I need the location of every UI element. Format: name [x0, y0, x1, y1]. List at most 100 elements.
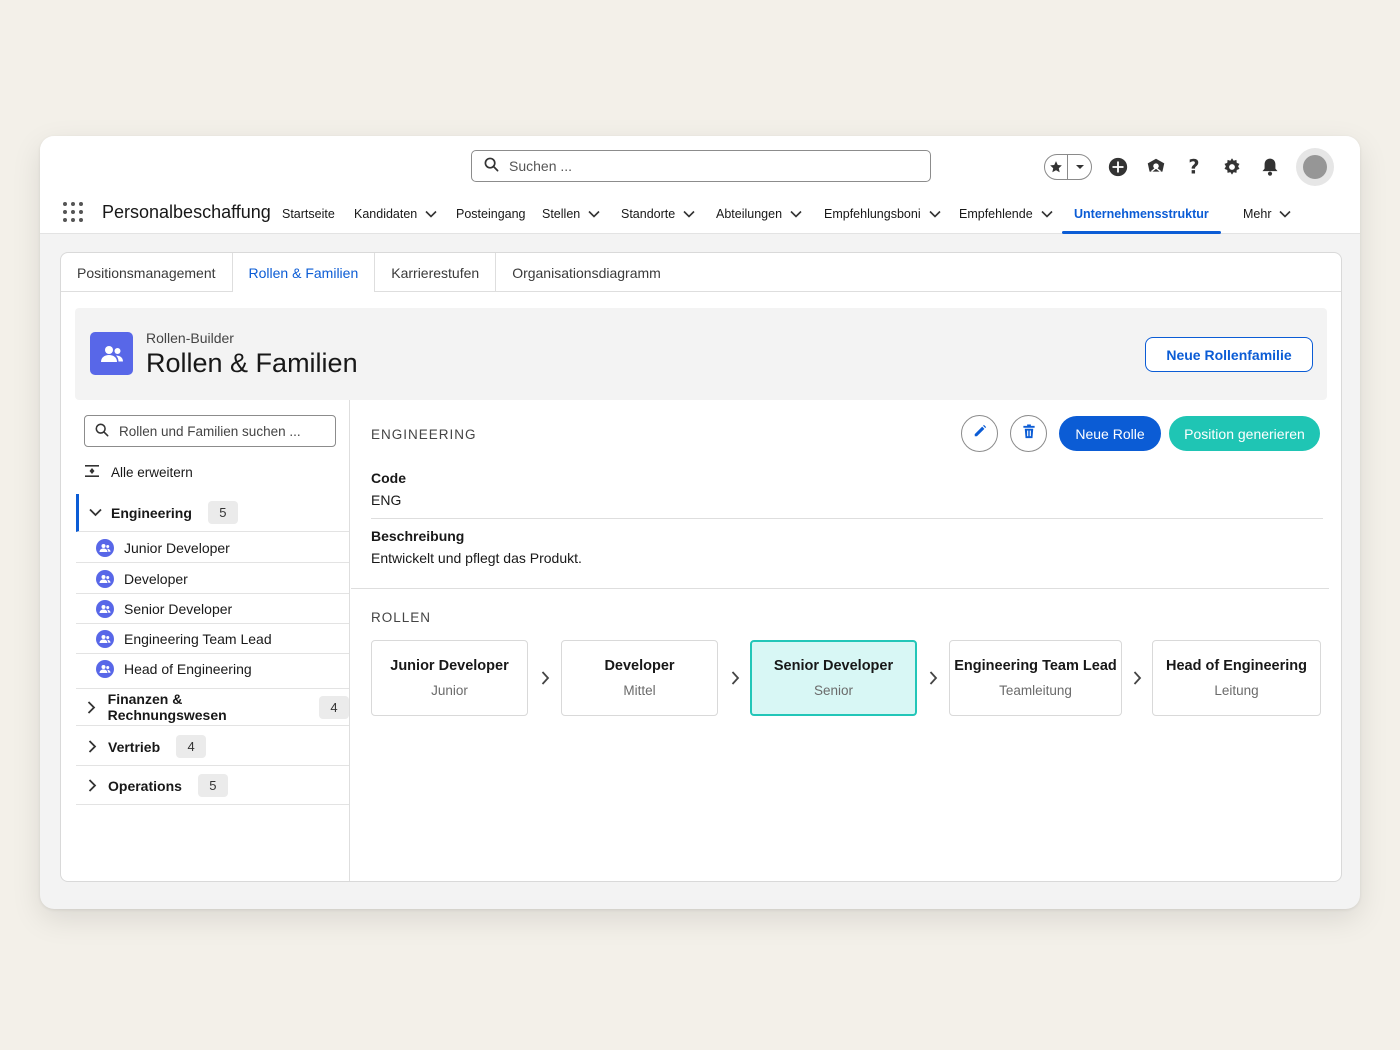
family-name: Finanzen & Rechnungswesen [107, 691, 227, 723]
role-icon [96, 569, 114, 588]
family-name: Vertrieb [108, 738, 161, 755]
new-role-button[interactable]: Neue Rolle [1059, 416, 1161, 451]
divider [351, 588, 1329, 589]
nav-label: Stellen [542, 207, 581, 221]
role-card-level: Senior [813, 683, 854, 698]
user-avatar[interactable] [1296, 148, 1334, 186]
chevron-right-icon[interactable] [76, 779, 108, 792]
chevron-down-icon[interactable] [588, 207, 600, 221]
chevron-down-icon[interactable] [1041, 207, 1053, 221]
setup-icon[interactable] [1144, 155, 1168, 179]
chevron-down-icon[interactable] [929, 207, 941, 221]
role-card-level: Teamleitung [999, 683, 1072, 698]
nav-label: Unternehmensstruktur [1074, 207, 1209, 221]
chevron-right-icon[interactable] [76, 700, 108, 714]
nav-item-startseite[interactable]: Startseite [282, 194, 335, 234]
chevron-down-icon[interactable] [790, 207, 802, 221]
nav-item-stellen[interactable]: Stellen [542, 194, 600, 234]
nav-label: Mehr [1243, 207, 1272, 221]
role-card-name: Engineering Team Lead [954, 658, 1117, 674]
nav-item-mehr[interactable]: Mehr [1243, 194, 1292, 234]
role-count-badge: 4 [319, 695, 349, 719]
role-item[interactable]: Junior Developer [76, 533, 349, 563]
family-detail-panel: ENGINEERING Neue Rolle Position generier… [351, 400, 1341, 881]
tab-rollen-familien[interactable]: Rollen & Familien [232, 253, 376, 293]
page-header: Rollen-Builder Rollen & Familien Neue Ro… [75, 308, 1327, 400]
role-card-name: Head of Engineering [1166, 658, 1307, 674]
chevron-down-icon[interactable] [683, 207, 695, 221]
role-card-senior-developer[interactable]: Senior Developer Senior [750, 640, 917, 716]
family-item-operations[interactable]: Operations 5 [76, 767, 349, 805]
chevron-down-icon[interactable] [425, 207, 437, 221]
bell-icon[interactable] [1258, 155, 1282, 179]
add-icon[interactable] [1106, 155, 1130, 179]
role-card-name: Developer [604, 658, 675, 674]
family-item-engineering[interactable]: Engineering 5 [76, 494, 349, 532]
role-item[interactable]: Head of Engineering [76, 654, 349, 684]
role-icon [96, 660, 114, 678]
global-search-input[interactable]: Suchen ... [471, 150, 931, 182]
code-value: ENG [371, 492, 402, 508]
nav-item-abteilungen[interactable]: Abteilungen [716, 194, 802, 234]
trash-icon [1022, 423, 1036, 444]
tab-karrierestufen[interactable]: Karrierestufen [375, 253, 497, 292]
nav-label: Empfehlende [959, 207, 1033, 221]
svg-text:?: ? [1188, 156, 1199, 178]
family-item-vertrieb[interactable]: Vertrieb 4 [76, 728, 349, 766]
role-card-junior-developer[interactable]: Junior Developer Junior [371, 640, 528, 716]
tab-positionsmanagement[interactable]: Positionsmanagement [61, 253, 233, 292]
family-item-finanzen[interactable]: Finanzen & Rechnungswesen 4 [76, 688, 349, 726]
role-icon [96, 599, 114, 618]
nav-label: Posteingang [456, 207, 526, 221]
description-value: Entwickelt und pflegt das Produkt. [371, 550, 582, 566]
star-icon[interactable] [1045, 155, 1068, 179]
description-label: Beschreibung [371, 528, 465, 544]
app-window: Suchen ... ? Personalbeschaffung Startse… [40, 136, 1360, 909]
search-icon [484, 157, 499, 175]
role-name: Developer [124, 570, 188, 587]
new-role-family-button[interactable]: Neue Rollenfamilie [1145, 337, 1313, 372]
role-card-head-of-engineering[interactable]: Head of Engineering Leitung [1152, 640, 1321, 716]
chevron-right-icon[interactable] [76, 740, 108, 753]
family-search-input[interactable]: Rollen und Familien suchen ... [84, 415, 336, 447]
family-name: Engineering [111, 504, 192, 521]
help-icon[interactable]: ? [1182, 155, 1206, 179]
favorites-button[interactable] [1044, 154, 1092, 180]
page-title: Rollen & Familien [146, 348, 358, 378]
generate-position-button[interactable]: Position generieren [1169, 416, 1320, 451]
divider [371, 518, 1323, 519]
role-card-name: Junior Developer [390, 658, 509, 674]
app-name: Personalbeschaffung [102, 202, 271, 222]
search-icon [95, 423, 109, 440]
nav-item-empfehlende[interactable]: Empfehlende [959, 194, 1053, 234]
role-name: Senior Developer [124, 600, 233, 617]
tab-organisationsdiagramm[interactable]: Organisationsdiagramm [496, 253, 677, 292]
code-label: Code [371, 470, 406, 486]
role-card-developer[interactable]: Developer Mittel [561, 640, 718, 716]
content-card: Positionsmanagement Rollen & Familien Ka… [60, 252, 1342, 882]
chevron-down-icon[interactable] [79, 508, 111, 517]
role-card-engineering-team-lead[interactable]: Engineering Team Lead Teamleitung [949, 640, 1122, 716]
role-card-level: Mittel [623, 683, 656, 698]
nav-item-empfehlungsboni[interactable]: Empfehlungsboni [824, 194, 941, 234]
family-tree-panel: Rollen und Familien suchen ... Alle erwe… [61, 400, 350, 881]
subtab-bar: Positionsmanagement Rollen & Familien Ka… [61, 253, 1341, 293]
expand-all-button[interactable]: Alle erweitern [85, 465, 193, 480]
role-item[interactable]: Developer [76, 564, 349, 594]
nav-item-posteingang[interactable]: Posteingang [456, 194, 526, 234]
nav-item-standorte[interactable]: Standorte [621, 194, 695, 234]
role-item[interactable]: Senior Developer [76, 594, 349, 624]
global-header: Suchen ... ? Personalbeschaffung Startse… [40, 136, 1360, 234]
chevron-down-icon[interactable] [1279, 207, 1292, 221]
app-navigation: Personalbeschaffung Startseite Kandidate… [40, 194, 1360, 234]
expand-all-icon [85, 465, 99, 480]
edit-button[interactable] [961, 415, 998, 452]
nav-item-kandidaten[interactable]: Kandidaten [354, 194, 437, 234]
gear-icon[interactable] [1220, 155, 1244, 179]
role-item[interactable]: Engineering Team Lead [76, 624, 349, 654]
role-count-badge: 5 [207, 501, 238, 524]
delete-button[interactable] [1010, 415, 1047, 452]
favorites-dropdown-icon[interactable] [1068, 155, 1091, 179]
app-launcher-icon[interactable] [63, 202, 83, 222]
nav-item-unternehmensstruktur[interactable]: Unternehmensstruktur [1062, 194, 1221, 234]
